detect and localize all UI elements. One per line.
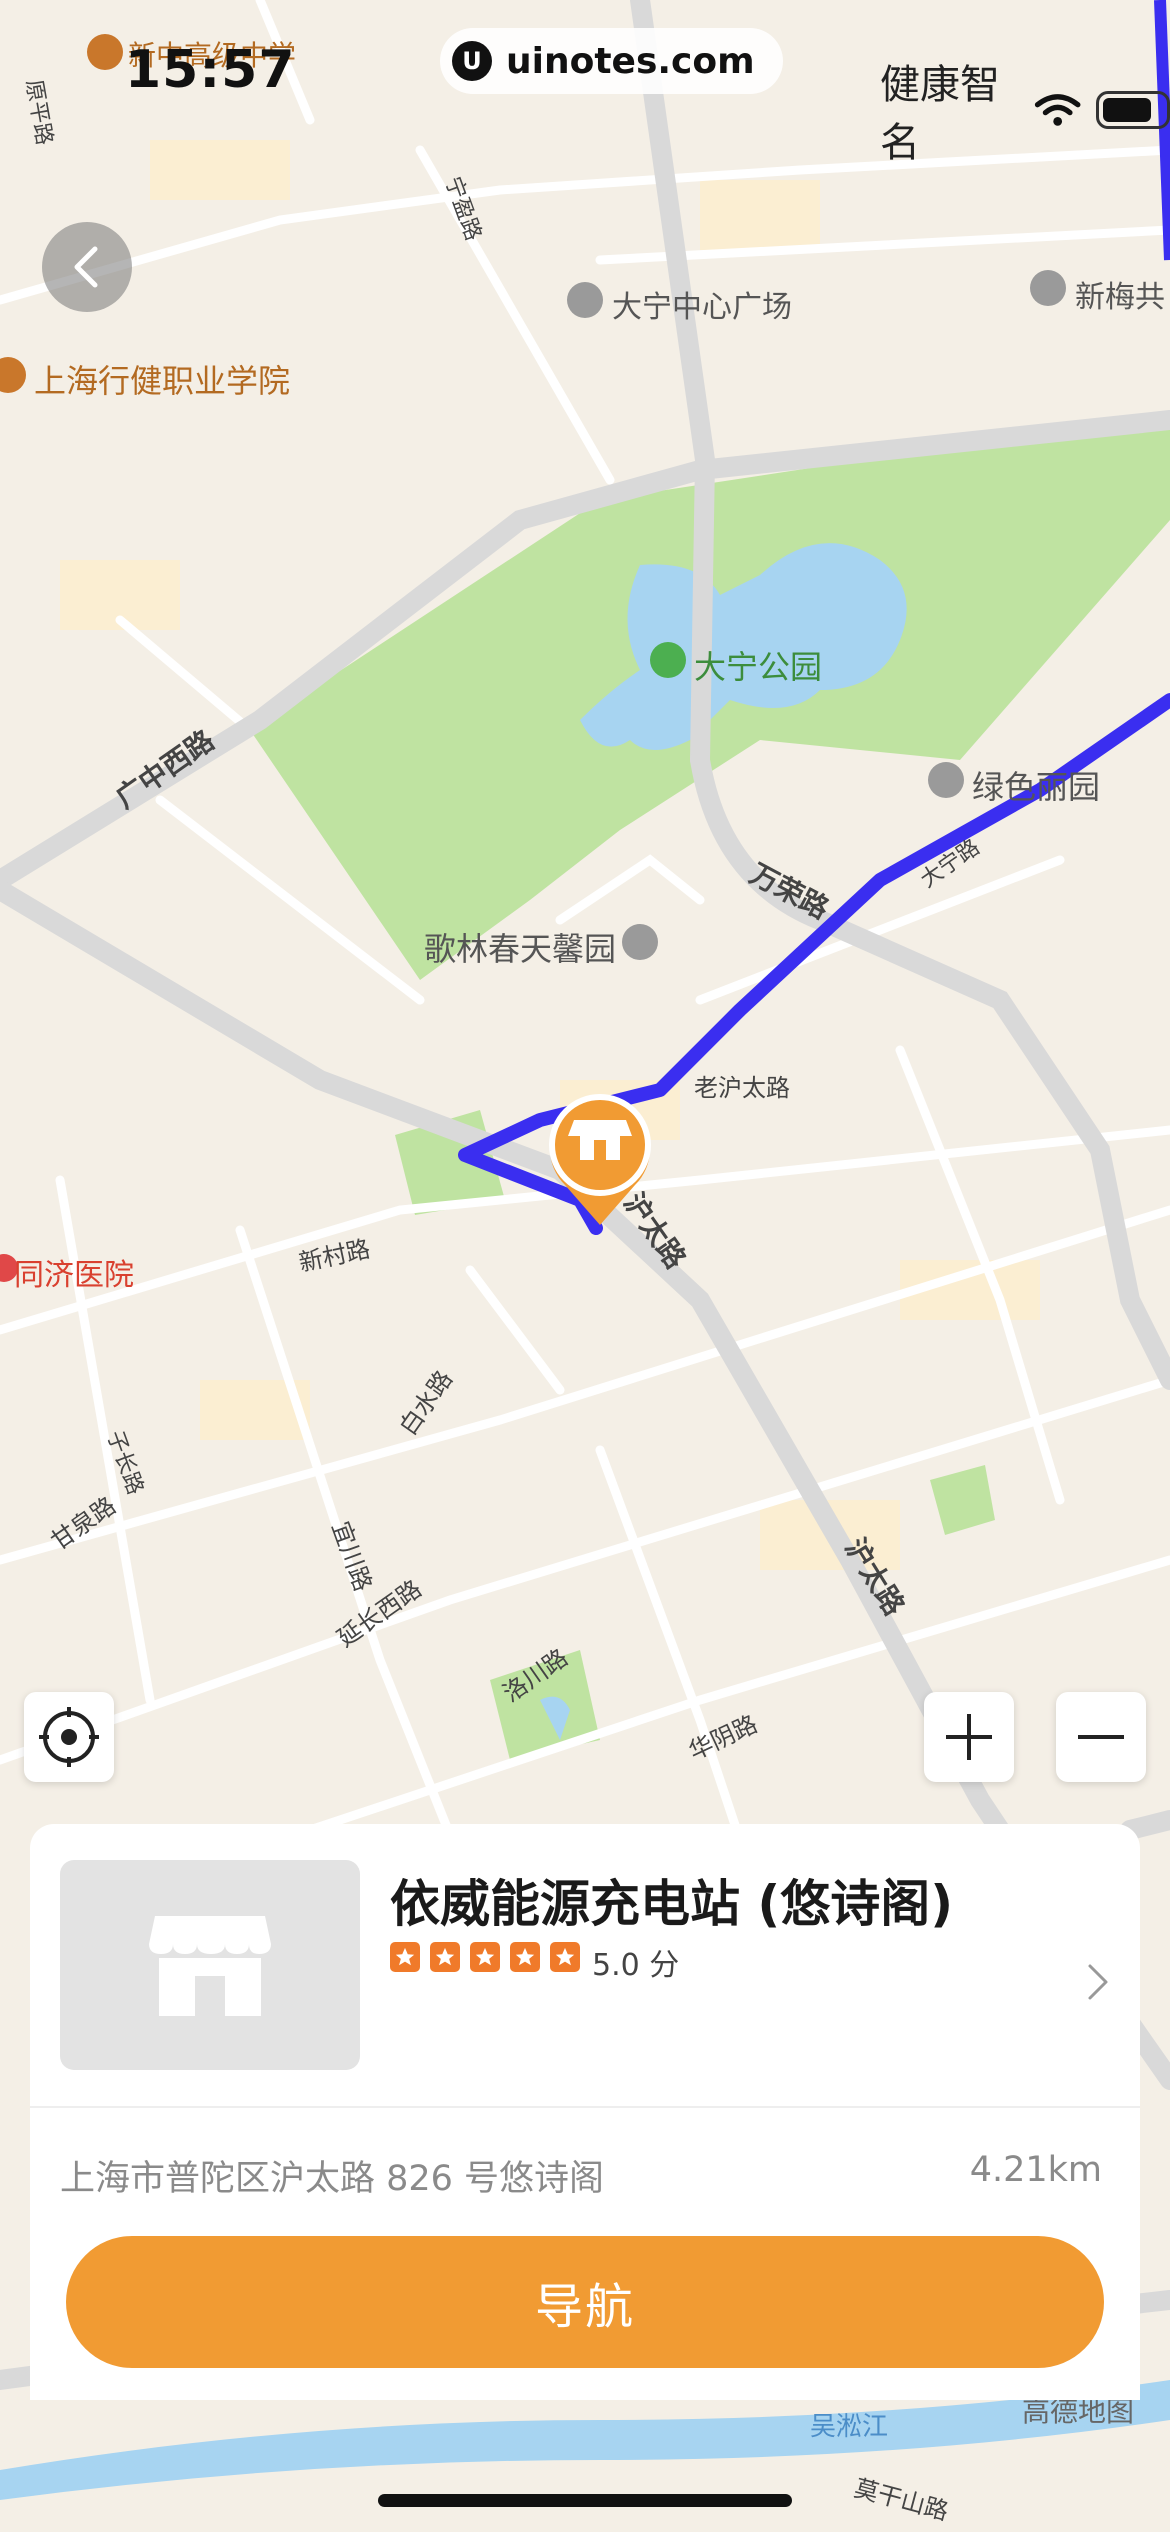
- station-card[interactable]: 依威能源充电站 (悠诗阁) 5.0 分 上海市普陀区沪太路 826 号悠诗阁 4…: [30, 1824, 1140, 2400]
- star-icon: [550, 1942, 580, 1972]
- back-button[interactable]: [42, 222, 132, 312]
- status-extra-text: 健康智名: [880, 62, 1000, 166]
- status-indicators: 健康智名: [880, 52, 1170, 168]
- station-name: 依威能源充电站 (悠诗阁): [390, 1875, 954, 1933]
- watermark-text: uinotes.com: [506, 40, 755, 82]
- star-icon: [390, 1942, 420, 1972]
- star-icon: [470, 1942, 500, 1972]
- plus-icon: [946, 1714, 992, 1760]
- map-label-gelin[interactable]: 歌林春天馨园: [424, 924, 616, 970]
- star-icon: [430, 1942, 460, 1972]
- map-label-laohutai: 老沪太路: [694, 1074, 790, 1102]
- card-divider: [30, 2106, 1140, 2108]
- map-label-xinmei[interactable]: 新梅共: [1075, 272, 1165, 316]
- locate-icon: [39, 1707, 99, 1767]
- map-label-hospital[interactable]: 同济医院: [14, 1250, 134, 1294]
- wifi-icon: [1035, 94, 1081, 126]
- map-label-park[interactable]: 大宁公园: [694, 642, 822, 688]
- station-distance: 4.21km: [969, 2150, 1102, 2190]
- map-label-community[interactable]: 绿色丽园: [972, 762, 1100, 808]
- star-icon: [510, 1942, 540, 1972]
- map-label-college[interactable]: 上海行健职业学院: [34, 356, 290, 402]
- zoom-out-button[interactable]: [1056, 1692, 1146, 1782]
- home-indicator[interactable]: [378, 2494, 792, 2507]
- map-label-mall[interactable]: 大宁中心广场: [612, 282, 792, 326]
- status-time: 15:57: [125, 40, 296, 100]
- minus-icon: [1078, 1735, 1124, 1739]
- shop-icon: [149, 1916, 271, 2016]
- rating-score: 5.0 分: [592, 1948, 680, 1983]
- station-address: 上海市普陀区沪太路 826 号悠诗阁: [60, 2159, 605, 2199]
- station-thumbnail: [60, 1860, 360, 2070]
- back-arrow-icon: [74, 246, 98, 288]
- locate-button[interactable]: [24, 1692, 114, 1782]
- rating-stars: [390, 1942, 580, 1972]
- map-label-wusong: 吴淞江: [810, 2412, 889, 2442]
- watermark-logo-icon: U: [452, 41, 492, 81]
- watermark-badge: U uinotes.com: [440, 28, 783, 94]
- zoom-in-button[interactable]: [924, 1692, 1014, 1782]
- navigate-button[interactable]: 导航: [66, 2236, 1104, 2368]
- battery-icon: [1095, 91, 1170, 129]
- status-bar: 15:57 U uinotes.com 健康智名: [0, 0, 1170, 166]
- chevron-right-icon[interactable]: [1086, 1962, 1110, 2002]
